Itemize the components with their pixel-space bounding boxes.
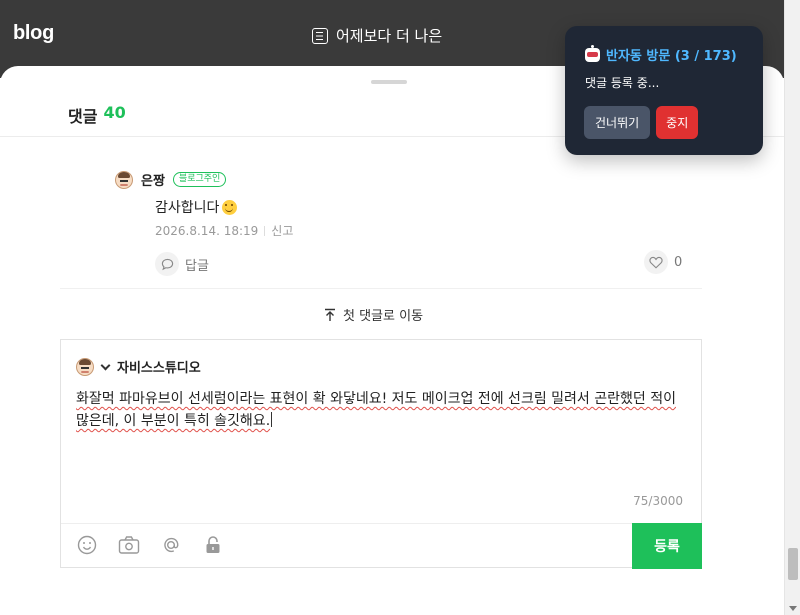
comment-text-label: 감사합니다 [155, 200, 220, 216]
write-author-selector[interactable]: 자비스스튜디오 [76, 357, 201, 376]
speech-bubble-icon [155, 252, 179, 276]
owner-badge: 블로그주인 [172, 172, 227, 187]
write-toolbar [76, 534, 224, 556]
comment-input[interactable]: 화잘먹 파마유브이 선세럼이라는 표현이 확 와닿네요! 저도 메이크업 전에 … [76, 388, 688, 432]
like-button[interactable]: 0 [644, 250, 682, 274]
submit-button[interactable]: 등록 [632, 523, 702, 569]
arrow-up-icon [325, 308, 335, 321]
reply-button[interactable]: 답글 [155, 252, 209, 276]
like-count: 0 [674, 254, 683, 270]
write-author-name: 자비스스튜디오 [117, 361, 201, 376]
mention-icon[interactable] [160, 534, 182, 556]
chevron-down-icon [100, 360, 111, 370]
comment-meta: 2026.8.14. 18:19 신고 [155, 222, 293, 239]
popup-buttons: 건너뛰기 중지 [584, 106, 699, 139]
comment-item: 은짱 블로그주인 감사합니다 2026.8.14. 18:19 신고 답글 [115, 170, 293, 276]
first-comment-label: 첫 댓글로 이동 [343, 309, 424, 324]
smile-emoji-icon [222, 199, 238, 215]
comment-author[interactable]: 은짱 [141, 170, 165, 189]
popup-title: 반자동 방문 (3 / 173) [585, 44, 737, 64]
comment-text: 감사합니다 [155, 197, 238, 217]
comment-input-text: 화잘먹 파마유브이 선세럼이라는 표현이 확 와닿네요! 저도 메이크업 전에 … [76, 391, 676, 429]
avatar [76, 357, 94, 376]
comments-count: 40 [103, 103, 126, 122]
divider [61, 523, 633, 524]
comment-date: 2026.8.14. 18:19 [155, 223, 259, 238]
reply-label: 답글 [185, 258, 209, 274]
skip-button[interactable]: 건너뛰기 [584, 106, 651, 139]
comments-heading-label: 댓글 [68, 107, 98, 126]
lock-icon[interactable] [202, 534, 224, 556]
char-count: 75/3000 [633, 494, 683, 508]
divider [264, 225, 266, 236]
heart-icon [644, 250, 668, 274]
blog-logo[interactable]: blog [13, 22, 54, 45]
text-caret [271, 412, 273, 427]
robot-icon [585, 44, 600, 62]
blog-title[interactable]: 어제보다 더 나은 [312, 25, 442, 46]
emoji-icon[interactable] [76, 534, 98, 556]
list-icon [312, 27, 328, 44]
sheet-grab-handle[interactable] [371, 80, 407, 84]
scroll-down-icon[interactable] [789, 606, 797, 611]
auto-visit-popup: 반자동 방문 (3 / 173) 댓글 등록 중... 건너뛰기 중지 [565, 26, 763, 155]
popup-title-label: 반자동 방문 (3 / 173) [606, 49, 737, 64]
blog-title-label: 어제보다 더 나은 [336, 27, 443, 45]
first-comment-link[interactable]: 첫 댓글로 이동 [323, 305, 423, 324]
popup-status: 댓글 등록 중... [585, 76, 660, 90]
scroll-thumb[interactable] [788, 548, 798, 580]
stop-button[interactable]: 중지 [656, 106, 699, 139]
avatar[interactable] [115, 170, 133, 189]
comments-heading: 댓글 40 [68, 103, 126, 127]
divider [60, 288, 702, 289]
camera-icon[interactable] [118, 534, 140, 556]
comment-write-box: 자비스스튜디오 화잘먹 파마유브이 선세럼이라는 표현이 확 와닿네요! 저도 … [60, 339, 702, 569]
scrollbar[interactable] [784, 0, 800, 615]
report-link[interactable]: 신고 [271, 222, 293, 239]
